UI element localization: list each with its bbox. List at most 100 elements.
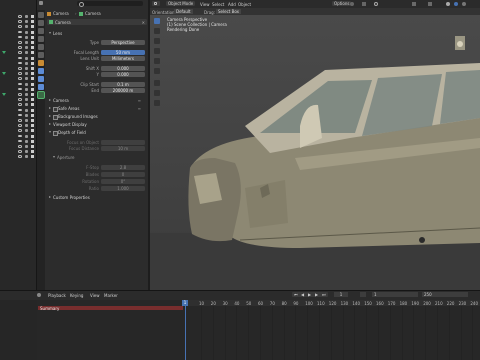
tab-world-icon[interactable] [38,52,44,58]
jump-start-icon[interactable]: ⏮ [294,292,298,297]
rotation-field[interactable]: 0° [101,179,145,184]
tab-output-icon[interactable] [38,28,44,34]
ratio-field[interactable]: 1.000 [101,186,145,191]
include-checkbox[interactable] [31,72,34,76]
visibility-eye-icon[interactable] [18,46,22,49]
clock-icon[interactable] [360,292,366,297]
visibility-eye-icon[interactable] [18,35,22,39]
include-checkbox[interactable] [31,139,34,143]
prev-key-icon[interactable]: ◀ [301,292,304,297]
include-checkbox[interactable] [31,113,34,117]
render-camera-icon[interactable] [25,113,28,117]
menu-object[interactable]: Object [238,2,251,7]
end-frame-field[interactable]: 250 [422,292,468,297]
render-camera-icon[interactable] [25,82,28,86]
tab-camera-data-icon[interactable] [37,91,45,99]
list-icon[interactable]: ≡ [138,106,141,111]
render-camera-icon[interactable] [25,98,28,102]
lens-unit-dropdown[interactable]: Millimeters [101,56,145,61]
outliner-panel[interactable] [0,0,37,290]
include-checkbox[interactable] [31,108,34,112]
visibility-eye-icon[interactable] [18,41,22,44]
list-icon[interactable]: ≡ [138,98,141,103]
include-checkbox[interactable] [31,46,34,50]
include-checkbox[interactable] [31,145,34,148]
visibility-eye-icon[interactable] [18,82,22,86]
include-checkbox[interactable] [31,56,34,60]
select-tool-icon[interactable] [154,18,160,24]
include-checkbox[interactable] [31,124,34,128]
editor-type-button[interactable] [152,1,160,6]
material-shading-icon[interactable] [454,2,458,6]
proportional-edit-icon[interactable] [374,2,378,6]
mode-dropdown[interactable]: Object Mode [166,1,196,6]
start-frame-field[interactable]: 1 [372,292,418,297]
solid-shading-icon[interactable] [446,2,450,6]
helicopter-model[interactable] [150,8,480,290]
tab-scene-icon[interactable] [38,44,44,50]
render-camera-icon[interactable] [25,87,28,91]
outliner-row[interactable] [0,154,36,159]
render-camera-icon[interactable] [25,103,28,107]
menu-view[interactable]: View [200,2,210,7]
render-camera-icon[interactable] [25,61,28,65]
light-object[interactable] [419,237,425,243]
add-cube-tool-icon[interactable] [154,100,160,106]
visibility-eye-icon[interactable] [18,77,22,80]
menu-view[interactable]: View [90,293,100,298]
render-camera-icon[interactable] [25,129,28,133]
render-camera-icon[interactable] [25,20,28,24]
cursor-tool-icon[interactable] [154,28,160,34]
tab-tool-icon[interactable] [38,12,44,18]
render-camera-icon[interactable] [25,35,28,39]
include-checkbox[interactable] [31,129,34,133]
render-camera-icon[interactable] [25,119,28,122]
render-camera-icon[interactable] [25,145,28,148]
focal-length-field[interactable]: 50 mm [101,50,145,55]
visibility-eye-icon[interactable] [18,145,22,148]
snap-icon[interactable] [362,2,366,6]
transform-tool-icon[interactable] [154,68,160,74]
jump-end-icon[interactable]: ⏭ [322,292,326,297]
visibility-eye-icon[interactable] [18,67,22,70]
visibility-eye-icon[interactable] [18,51,22,54]
visibility-eye-icon[interactable] [18,20,22,23]
section-custom-properties[interactable]: Custom Properties [47,195,147,201]
include-checkbox[interactable] [31,103,34,107]
clip-start-field[interactable]: 0.1 m [101,82,145,87]
render-camera-icon[interactable] [25,15,28,18]
overlay-toggle-icon[interactable] [428,2,432,6]
section-lens[interactable]: Lens [47,31,147,37]
section-aperture[interactable]: Aperture [47,155,147,161]
focus-object-field[interactable] [101,140,145,145]
include-checkbox[interactable] [31,98,34,102]
menu-marker[interactable]: Marker [104,293,118,298]
visibility-eye-icon[interactable] [18,129,22,132]
visibility-eye-icon[interactable] [18,150,22,153]
pin-icon[interactable]: ✕ [142,20,145,25]
include-checkbox[interactable] [31,51,34,55]
render-camera-icon[interactable] [25,56,28,60]
shift-x-field[interactable]: 0.000 [101,66,145,71]
visibility-eye-icon[interactable] [18,119,22,122]
visibility-eye-icon[interactable] [18,139,22,143]
render-camera-icon[interactable] [25,30,28,34]
visibility-eye-icon[interactable] [18,124,22,127]
blades-field[interactable]: 0 [101,172,145,177]
clip-end-field[interactable]: 200000 m [101,88,145,93]
visibility-eye-icon[interactable] [18,98,22,101]
rendered-shading-icon[interactable] [462,2,466,6]
include-checkbox[interactable] [31,67,34,70]
render-camera-icon[interactable] [25,41,28,44]
include-checkbox[interactable] [31,134,34,138]
render-camera-icon[interactable] [25,46,28,50]
render-camera-icon[interactable] [25,93,28,96]
tab-physics-icon[interactable] [38,76,44,82]
visibility-eye-icon[interactable] [18,134,22,138]
render-camera-icon[interactable] [25,134,28,138]
include-checkbox[interactable] [31,150,34,154]
playhead-line[interactable] [185,306,186,360]
rotate-tool-icon[interactable] [154,48,160,54]
include-checkbox[interactable] [31,93,34,96]
section-background-images[interactable]: Background Images [47,114,147,120]
